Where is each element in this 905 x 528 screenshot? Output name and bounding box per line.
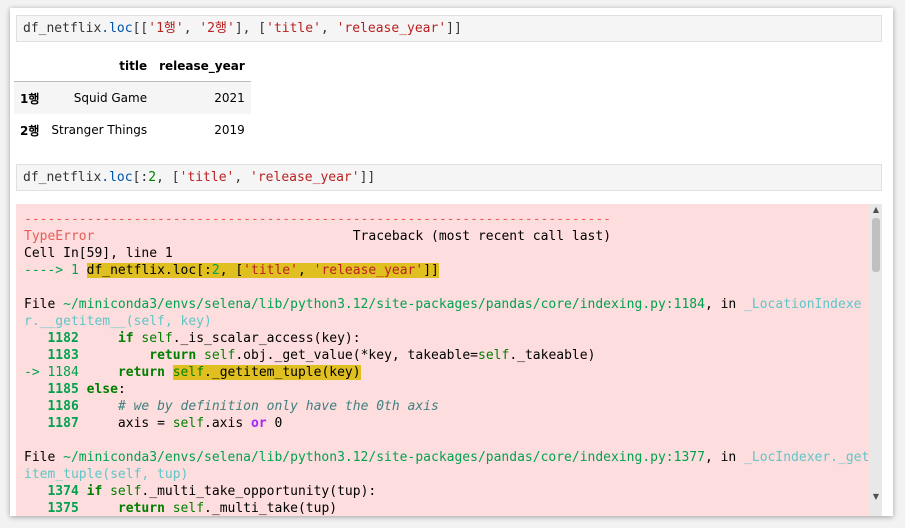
column-header-title: title: [45, 51, 154, 82]
row-index: 2행: [20, 123, 40, 138]
code-cell-1[interactable]: df_netflix.loc[['1행', '2행'], ['title', '…: [16, 15, 882, 42]
line-number: 1186: [47, 399, 79, 414]
func-name: _LocIndexer._get: [744, 450, 870, 465]
code-string: '1행': [148, 21, 184, 36]
code-var: df_netflix: [23, 21, 102, 36]
table-header-row: title release_year: [14, 51, 251, 82]
line-number: 1374: [47, 484, 79, 499]
file-path-link[interactable]: ~/miniconda3/envs/selena/lib/python3.12/…: [63, 450, 705, 465]
dataframe-output: title release_year 1행 Squid Game 2021 2행…: [14, 51, 251, 146]
code-var: df_netflix: [23, 170, 102, 185]
code-string: 'title': [266, 21, 321, 36]
table-row: 2행 Stranger Things 2019: [14, 114, 251, 146]
error-output: ----------------------------------------…: [16, 204, 882, 516]
code-punct: ,: [320, 21, 337, 36]
code-string: 'release_year': [336, 21, 447, 36]
cell-release-year: 2019: [214, 123, 245, 137]
error-arrow: ----> 1: [24, 263, 87, 278]
code-attr: .loc: [101, 21, 133, 36]
code-string: 'release_year': [250, 170, 360, 185]
scroll-up-icon[interactable]: ▲: [872, 205, 880, 215]
line-number: 1185: [47, 382, 79, 397]
file-in: , in: [704, 450, 745, 465]
file-path-link[interactable]: ~/miniconda3/envs/selena/lib/python3.12/…: [63, 297, 705, 312]
traceback-divider: ----------------------------------------…: [24, 212, 611, 227]
column-header-release-year: release_year: [153, 51, 251, 82]
cell-title: Stranger Things: [51, 123, 148, 137]
file-label: File: [24, 450, 64, 465]
code-punct: , [: [156, 170, 180, 185]
cell-release-year: 2021: [214, 91, 245, 105]
code-punct: ,: [183, 21, 200, 36]
row-index: 1행: [20, 91, 40, 106]
error-highlight: df_netflix.loc[:2, ['title', 'release_ye…: [86, 263, 439, 278]
error-arrow: -> 1184: [24, 365, 79, 380]
func-name: r.__getitem__(self, key): [24, 314, 212, 329]
line-number: 1183: [47, 348, 79, 363]
line-number: 1187: [47, 416, 79, 431]
error-type: TypeError: [24, 229, 95, 244]
table-row: 1행 Squid Game 2021: [14, 81, 251, 114]
line-number: 1375: [47, 501, 79, 516]
code-number: 2: [148, 170, 157, 185]
index-header: [14, 51, 46, 82]
vertical-scrollbar[interactable]: ▲ ▼: [870, 204, 882, 516]
file-label: File: [24, 297, 64, 312]
code-attr: .loc: [101, 170, 133, 185]
traceback-label: Traceback (most recent call last): [352, 229, 612, 244]
scroll-down-icon[interactable]: ▼: [872, 492, 880, 502]
cell-line-ref: Cell In[59], line 1: [24, 246, 173, 261]
code-cell-2[interactable]: df_netflix.loc[:2, ['title', 'release_ye…: [16, 164, 882, 191]
code-string: 'title': [179, 170, 235, 185]
code-string: '2행': [199, 21, 235, 36]
code-punct: ], [: [234, 21, 267, 36]
file-in: , in: [704, 297, 745, 312]
code-punct: [[: [132, 21, 149, 36]
code-punct: ]]: [359, 170, 376, 185]
line-number: 1182: [47, 331, 79, 346]
func-name: item_tuple(self, tup): [24, 467, 189, 482]
code-punct: ,: [234, 170, 251, 185]
code-punct: ]]: [446, 21, 462, 36]
error-highlight: self._getitem_tuple(key): [172, 365, 361, 380]
code-punct: [:: [132, 170, 149, 185]
notebook: df_netflix.loc[['1행', '2행'], ['title', '…: [10, 8, 893, 516]
func-name: _LocationIndexe: [744, 297, 862, 312]
traceback-text: ----------------------------------------…: [24, 212, 870, 516]
scrollbar-thumb[interactable]: [872, 218, 880, 272]
cell-title: Squid Game: [73, 91, 148, 105]
